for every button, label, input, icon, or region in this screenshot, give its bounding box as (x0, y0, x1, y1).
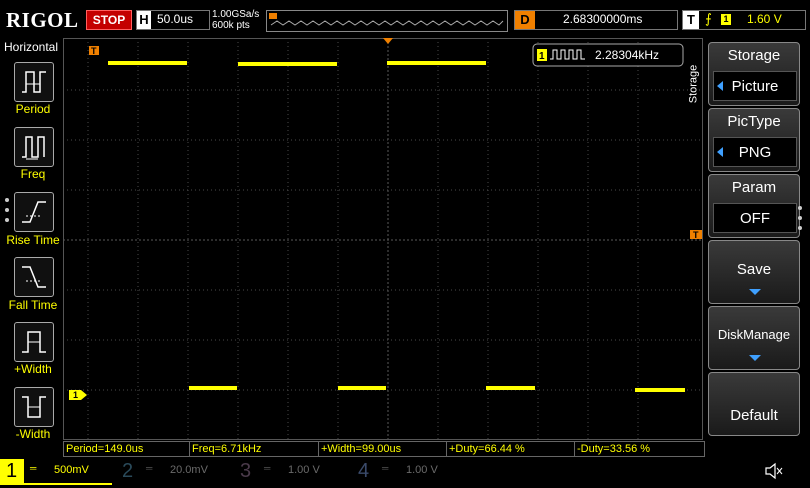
dc-coupling-icon: ═ (264, 463, 271, 473)
measurement-pos-duty[interactable]: +Duty=66.44 % (446, 441, 576, 457)
trigger-level-marker-text: T (693, 230, 699, 240)
sample-rate: 1.00GSa/s (212, 9, 260, 20)
channel-2-number: 2 (122, 460, 134, 482)
pos-width-icon (22, 331, 46, 353)
speaker-mute-icon[interactable] (764, 462, 784, 485)
dc-coupling-icon: ═ (382, 463, 389, 473)
timebase-label: H (137, 11, 151, 29)
storage-title: Storage (727, 47, 781, 64)
page-indicator-dot (5, 208, 9, 212)
fall-time-button[interactable] (14, 257, 54, 297)
channel-4-scale: 1.00 V (406, 464, 438, 476)
frequency-counter[interactable]: 1 2.28304kHz (532, 43, 684, 67)
page-indicator-dot (5, 198, 9, 202)
save-button[interactable]: Save (708, 240, 800, 304)
page-indicator-dot (5, 218, 9, 222)
dc-coupling-icon: ═ (146, 463, 153, 473)
page-indicator-dot (798, 216, 802, 220)
page-indicator-dot (798, 206, 802, 210)
channel-4-number: 4 (358, 460, 370, 482)
memory-depth: 600k pts (212, 20, 250, 31)
delay-label: D (515, 11, 535, 29)
pictype-title: PicType (727, 113, 781, 130)
pictype-button[interactable]: PicType PNG (708, 108, 800, 172)
trigger-level-marker: T (690, 230, 702, 240)
period-icon (22, 71, 46, 93)
param-value: OFF (740, 210, 770, 227)
storage-value: Picture (731, 78, 779, 95)
measurement-neg-duty[interactable]: -Duty=33.56 % (574, 441, 705, 457)
channel-marker-text: 1 (73, 390, 78, 400)
save-title: Save (736, 261, 772, 278)
chevron-down-icon (749, 289, 761, 295)
default-title: Default (730, 407, 778, 424)
counter-channel: 1 (539, 51, 545, 62)
channel-1-number: 1 (6, 460, 18, 482)
channel-1-status[interactable]: 1 ═ 500mV (0, 459, 112, 485)
chevron-down-icon (749, 355, 761, 361)
left-panel-title: Horizontal (4, 40, 59, 54)
freq-label: Freq (20, 167, 46, 181)
counter-value: 2.28304kHz (595, 48, 659, 62)
default-button[interactable]: Default (708, 372, 800, 436)
channel-1-scale: 500mV (54, 464, 89, 476)
waveform-display[interactable]: T T 1 1 2.28304kHz (63, 38, 703, 440)
pictype-value-box: PNG (713, 137, 797, 167)
param-button[interactable]: Param OFF (708, 174, 800, 238)
freq-button[interactable] (14, 127, 54, 167)
memory-overview-strip (266, 10, 508, 32)
trigger-time-marker: T (89, 46, 99, 56)
rigol-logo: RIGOL (6, 8, 79, 32)
measurement-freq[interactable]: Freq=6.71kHz (189, 441, 320, 457)
run-stop-indicator[interactable]: STOP (86, 10, 132, 30)
pos-width-label: +Width (14, 362, 52, 376)
channel-3-number: 3 (240, 460, 252, 482)
param-title: Param (731, 179, 777, 196)
measurement-period[interactable]: Period=149.0us (63, 441, 191, 457)
storage-side-tab: Storage (687, 60, 704, 110)
storage-button[interactable]: Storage Picture (708, 42, 800, 106)
rising-edge-icon: ⨍ (705, 11, 712, 26)
trigger-marker-text: T (91, 46, 97, 56)
trigger-label: T (683, 11, 699, 29)
timebase-display[interactable]: H 50.0us (136, 10, 210, 30)
neg-width-button[interactable] (14, 387, 54, 427)
period-button[interactable] (14, 62, 54, 102)
diskmanage-button[interactable]: DiskManage (708, 306, 800, 370)
trigger-display[interactable]: T ⨍ 1 1.60 V (682, 10, 806, 30)
channel-4-status[interactable]: 4 ═ 1.00 V (352, 459, 464, 483)
trigger-source: 1 (721, 14, 731, 25)
channel-3-scale: 1.00 V (288, 464, 320, 476)
storage-value-box: Picture (713, 71, 797, 101)
channel-3-status[interactable]: 3 ═ 1.00 V (234, 459, 346, 483)
delay-value: 2.68300000ms (563, 12, 643, 26)
fall-time-icon (22, 266, 46, 288)
storage-side-label: Storage (687, 64, 700, 104)
delay-display[interactable]: D 2.68300000ms (514, 10, 678, 30)
diskmanage-title: DiskManage (717, 327, 791, 342)
param-value-box: OFF (713, 203, 797, 233)
neg-width-label: -Width (15, 427, 51, 441)
pictype-value: PNG (738, 144, 772, 161)
measurement-pos-width[interactable]: +Width=99.00us (318, 441, 448, 457)
neg-width-icon (22, 396, 46, 418)
channel-2-scale: 20.0mV (170, 464, 208, 476)
period-label: Period (15, 102, 51, 116)
fall-time-label: Fall Time (8, 298, 58, 312)
freq-icon (22, 136, 45, 160)
dc-coupling-icon: ═ (30, 463, 37, 473)
pos-width-button[interactable] (14, 322, 54, 362)
channel-2-status[interactable]: 2 ═ 20.0mV (116, 459, 228, 483)
rise-time-button[interactable] (14, 192, 54, 232)
rise-time-label: Rise Time (6, 233, 60, 247)
rise-time-icon (22, 201, 46, 223)
page-indicator-dot (798, 226, 802, 230)
timebase-value: 50.0us (157, 12, 194, 26)
trigger-level: 1.60 V (747, 12, 782, 26)
